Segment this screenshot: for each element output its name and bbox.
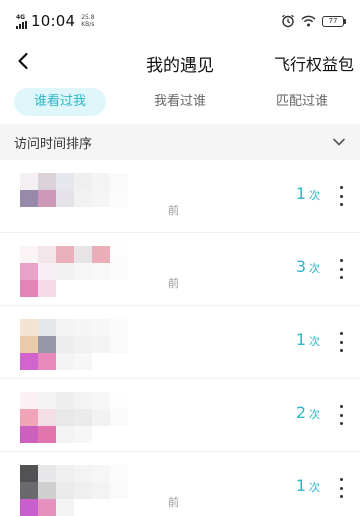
more-options-button[interactable] xyxy=(336,332,346,352)
visitor-row[interactable]: 1 次 xyxy=(0,306,360,379)
visit-count: 1 次 xyxy=(296,330,320,349)
visit-count-unit: 次 xyxy=(309,189,320,202)
signal-icon xyxy=(16,20,27,29)
visit-count-unit: 次 xyxy=(309,262,320,275)
clock: 10:04 xyxy=(31,12,76,30)
visit-time: 前 xyxy=(168,496,179,509)
sort-dropdown[interactable]: 访问时间排序 xyxy=(0,124,360,160)
visit-count-unit: 次 xyxy=(309,408,320,421)
visit-count-unit: 次 xyxy=(309,481,320,494)
alarm-icon xyxy=(282,14,294,28)
visit-count-number: 2 xyxy=(295,403,306,422)
more-options-button[interactable] xyxy=(336,259,346,279)
more-options-button[interactable] xyxy=(336,186,346,206)
network-type: 4G xyxy=(16,13,26,21)
visit-count: 2 次 xyxy=(296,403,320,422)
header: 我的遇见 飞行权益包 xyxy=(0,42,360,82)
visit-count: 3 次 xyxy=(296,257,320,276)
status-bar: 4G 10:04 25.8 KB/s 77 xyxy=(0,0,360,42)
visitor-row[interactable]: 前 3 次 xyxy=(0,233,360,306)
flight-benefits-link[interactable]: 飞行权益包 xyxy=(274,51,354,75)
more-options-button[interactable] xyxy=(336,405,346,425)
network-indicator: 4G xyxy=(16,14,27,29)
tab-who-viewed-me[interactable]: 谁看过我 xyxy=(14,88,106,116)
tab-who-i-matched[interactable]: 匹配过谁 xyxy=(256,88,348,116)
visit-count: 1 次 xyxy=(296,476,320,495)
network-speed-unit: KB/s xyxy=(81,21,95,28)
visitor-row[interactable]: 前 1 次 xyxy=(0,452,360,516)
blurred-avatar-and-name xyxy=(20,319,128,370)
visit-count-unit: 次 xyxy=(309,335,320,348)
tab-who-i-viewed[interactable]: 我看过谁 xyxy=(134,88,226,116)
battery-icon: 77 xyxy=(322,15,346,27)
visit-count-number: 1 xyxy=(295,330,306,349)
visit-time: 前 xyxy=(168,277,179,290)
tab-bar: 谁看过我 我看过谁 匹配过谁 xyxy=(0,86,360,118)
network-speed-value: 25.8 xyxy=(81,14,95,21)
status-bar-left: 4G 10:04 25.8 KB/s xyxy=(16,12,95,30)
visitor-row[interactable]: 前 1 次 xyxy=(0,160,360,233)
visit-count: 1 次 xyxy=(296,184,320,203)
blurred-avatar-and-name xyxy=(20,246,128,297)
visit-count-number: 1 xyxy=(295,476,306,495)
visitor-list: 前 1 次 前 3 次 1 次 2 次 前 1 次 xyxy=(0,160,360,516)
blurred-avatar-and-name xyxy=(20,173,128,207)
visitor-row[interactable]: 2 次 xyxy=(0,379,360,452)
wifi-icon xyxy=(301,15,316,27)
visit-time: 前 xyxy=(168,204,179,217)
visit-count-number: 1 xyxy=(295,184,306,203)
blurred-avatar-and-name xyxy=(20,392,128,443)
network-speed: 25.8 KB/s xyxy=(81,14,94,28)
sort-label: 访问时间排序 xyxy=(14,136,93,152)
status-bar-right: 77 xyxy=(281,14,346,28)
blurred-avatar-and-name xyxy=(20,465,128,516)
visit-count-number: 3 xyxy=(295,257,306,276)
more-options-button[interactable] xyxy=(336,478,346,498)
battery-level: 77 xyxy=(322,15,344,27)
chevron-down-icon xyxy=(333,138,345,146)
